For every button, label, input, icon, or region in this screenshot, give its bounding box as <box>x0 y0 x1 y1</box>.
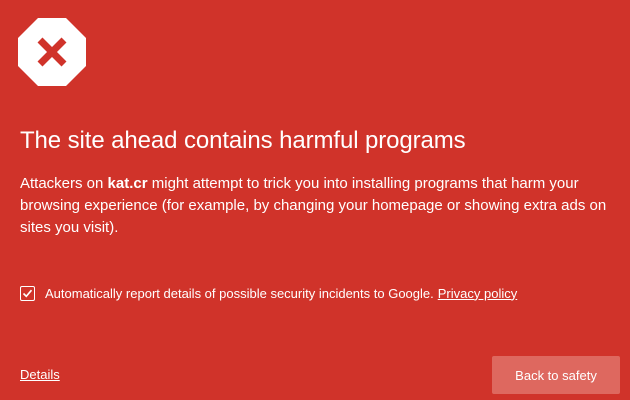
interstitial-page: The site ahead contains harmful programs… <box>0 0 630 400</box>
site-name: kat.cr <box>107 175 148 192</box>
details-link[interactable]: Details <box>20 367 60 382</box>
report-label: Automatically report details of possible… <box>45 285 434 301</box>
warning-description: Attackers on kat.cr might attempt to tri… <box>20 173 620 239</box>
description-prefix: Attackers on <box>20 175 108 192</box>
report-checkbox[interactable] <box>20 285 35 301</box>
checkmark-icon <box>22 289 33 297</box>
back-to-safety-button[interactable]: Back to safety <box>492 356 620 394</box>
privacy-policy-link[interactable]: Privacy policy <box>438 286 517 301</box>
red-x-octagon-icon <box>18 18 86 86</box>
report-option: Automatically report details of possible… <box>20 284 517 302</box>
page-title: The site ahead contains harmful programs <box>20 127 466 154</box>
